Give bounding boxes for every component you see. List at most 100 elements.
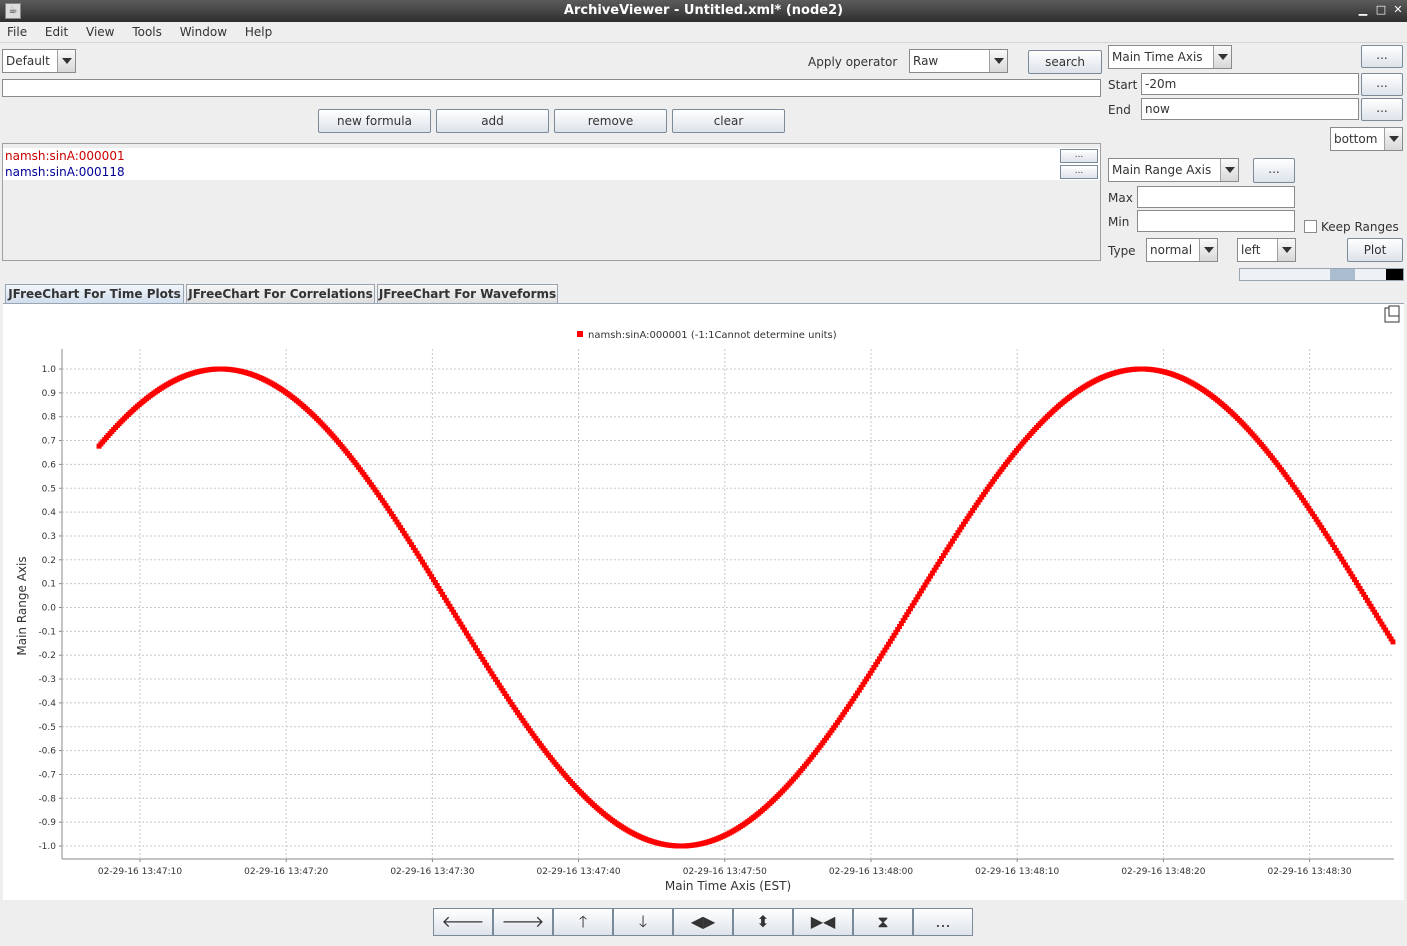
pan-right-button[interactable]: 🡒 (493, 908, 553, 936)
start-input[interactable]: -20m (1141, 73, 1359, 95)
menu-bar: File Edit View Tools Window Help (0, 22, 1407, 43)
formula-input[interactable] (2, 79, 1101, 97)
app-icon: ☕ (5, 3, 21, 19)
keep-ranges-checkbox[interactable] (1304, 220, 1317, 233)
color-slider[interactable] (1239, 268, 1404, 281)
pv-options-button[interactable]: ... (1060, 149, 1098, 163)
zoom-in-horizontal-button[interactable]: ◀▶ (673, 908, 733, 936)
detach-chart-icon-inner[interactable] (1388, 305, 1400, 317)
more-nav-button[interactable]: ... (913, 908, 973, 936)
menu-view[interactable]: View (79, 22, 121, 42)
end-input[interactable]: now (1141, 98, 1359, 120)
zoom-in-vertical-button[interactable]: ⬍ (733, 908, 793, 936)
y-tick-label: -0.2 (38, 651, 56, 661)
min-input[interactable] (1137, 210, 1295, 232)
chevron-down-icon (1277, 239, 1295, 261)
y-tick-label: 0.7 (42, 437, 56, 447)
color-swatch (1386, 269, 1403, 280)
pv-list: namsh:sinA:000001 ... namsh:sinA:000118 … (2, 143, 1101, 261)
time-axis-more-button[interactable]: ... (1361, 45, 1403, 68)
x-tick-label: 02-29-16 13:47:40 (537, 867, 621, 877)
time-axis-select[interactable]: Main Time Axis (1108, 45, 1232, 69)
pan-left-button[interactable]: 🡐 (433, 908, 493, 936)
operator-value: Raw (913, 54, 939, 68)
time-plot-chart[interactable]: namsh:sinA:000001 (-1:1Cannot determine … (3, 304, 1404, 901)
max-label: Max (1108, 191, 1133, 205)
menu-tools[interactable]: Tools (125, 22, 169, 42)
title-bar: ☕ ArchiveViewer - Untitled.xml* (node2) … (0, 0, 1407, 22)
x-tick-label: 02-29-16 13:47:50 (683, 867, 767, 877)
x-tick-label: 02-29-16 13:47:30 (390, 867, 474, 877)
y-tick-label: 0.6 (42, 460, 57, 470)
pv-options-button[interactable]: ... (1060, 165, 1098, 179)
chevron-down-icon (1199, 239, 1217, 261)
pv-row[interactable]: namsh:sinA:000118 ... (3, 164, 1100, 180)
slider-thumb[interactable] (1330, 269, 1355, 280)
range-side-select[interactable]: left (1237, 238, 1296, 262)
y-tick-label: -0.1 (38, 627, 56, 637)
window-title: ArchiveViewer - Untitled.xml* (node2) (563, 3, 844, 18)
chevron-down-icon (989, 50, 1007, 72)
end-more-button[interactable]: ... (1361, 98, 1403, 121)
y-tick-label: 0.8 (42, 413, 57, 423)
shrink-horizontal-icon: ▶◀ (810, 912, 836, 931)
pan-down-button[interactable]: 🡓 (613, 908, 673, 936)
y-tick-label: 0.9 (42, 389, 57, 399)
end-label: End (1108, 103, 1131, 117)
x-tick-label: 02-29-16 13:48:00 (829, 867, 913, 877)
tab-correlations[interactable]: JFreeChart For Correlations (186, 284, 375, 304)
profile-select[interactable]: Default (2, 49, 76, 73)
time-axis-position-select[interactable]: bottom (1330, 127, 1403, 151)
y-tick-label: -0.7 (38, 770, 56, 780)
add-button[interactable]: add (436, 109, 549, 133)
tab-time-plots[interactable]: JFreeChart For Time Plots (5, 284, 184, 304)
pv-name: namsh:sinA:000118 (5, 165, 125, 179)
x-tick-label: 02-29-16 13:47:20 (244, 867, 328, 877)
y-tick-label: 1.0 (42, 365, 57, 375)
clear-button[interactable]: clear (672, 109, 785, 133)
pan-up-button[interactable]: 🡑 (553, 908, 613, 936)
y-tick-label: -0.9 (38, 818, 56, 828)
new-formula-button[interactable]: new formula (318, 109, 431, 133)
y-axis-title: Main Range Axis (15, 556, 29, 655)
y-tick-label: 0.5 (42, 484, 56, 494)
range-axis-more-button[interactable]: ... (1253, 158, 1295, 183)
pv-name: namsh:sinA:000001 (5, 149, 125, 163)
chevron-down-icon (57, 50, 75, 72)
remove-button[interactable]: remove (554, 109, 667, 133)
range-axis-value: Main Range Axis (1112, 163, 1212, 177)
arrow-left-icon: 🡐 (441, 912, 485, 931)
search-button[interactable]: search (1028, 50, 1102, 74)
operator-select[interactable]: Raw (909, 49, 1008, 73)
y-tick-label: -0.8 (38, 794, 56, 804)
zoom-out-vertical-button[interactable]: ⧗ (853, 908, 913, 936)
zoom-out-horizontal-button[interactable]: ▶◀ (793, 908, 853, 936)
menu-file[interactable]: File (0, 22, 34, 42)
close-icon[interactable]: ✕ (1391, 3, 1405, 17)
start-label: Start (1108, 78, 1138, 92)
x-tick-label: 02-29-16 13:48:20 (1121, 867, 1205, 877)
chevron-down-icon (1384, 128, 1402, 150)
maximize-icon[interactable]: □ (1374, 3, 1388, 17)
range-type-select[interactable]: normal (1146, 238, 1218, 262)
x-tick-label: 02-29-16 13:48:10 (975, 867, 1059, 877)
menu-window[interactable]: Window (173, 22, 234, 42)
y-tick-label: -1.0 (38, 842, 56, 852)
start-more-button[interactable]: ... (1361, 73, 1403, 96)
x-tick-label: 02-29-16 13:47:10 (98, 867, 182, 877)
max-input[interactable] (1137, 186, 1295, 208)
y-tick-label: -0.5 (38, 723, 56, 733)
range-axis-select[interactable]: Main Range Axis (1108, 158, 1239, 182)
shrink-vertical-icon: ⧗ (877, 912, 889, 931)
y-tick-label: 0.0 (42, 604, 57, 614)
y-tick-label: -0.6 (38, 747, 56, 757)
menu-help[interactable]: Help (238, 22, 279, 42)
minimize-icon[interactable]: ▁ (1356, 3, 1370, 17)
menu-edit[interactable]: Edit (38, 22, 75, 42)
tab-waveforms[interactable]: JFreeChart For Waveforms (377, 284, 558, 304)
chevron-down-icon (1220, 159, 1238, 181)
pv-row[interactable]: namsh:sinA:000001 ... (3, 148, 1100, 164)
arrow-right-icon: 🡒 (501, 912, 545, 931)
chart-panel[interactable]: namsh:sinA:000001 (-1:1Cannot determine … (3, 303, 1404, 900)
plot-button[interactable]: Plot (1347, 238, 1403, 262)
